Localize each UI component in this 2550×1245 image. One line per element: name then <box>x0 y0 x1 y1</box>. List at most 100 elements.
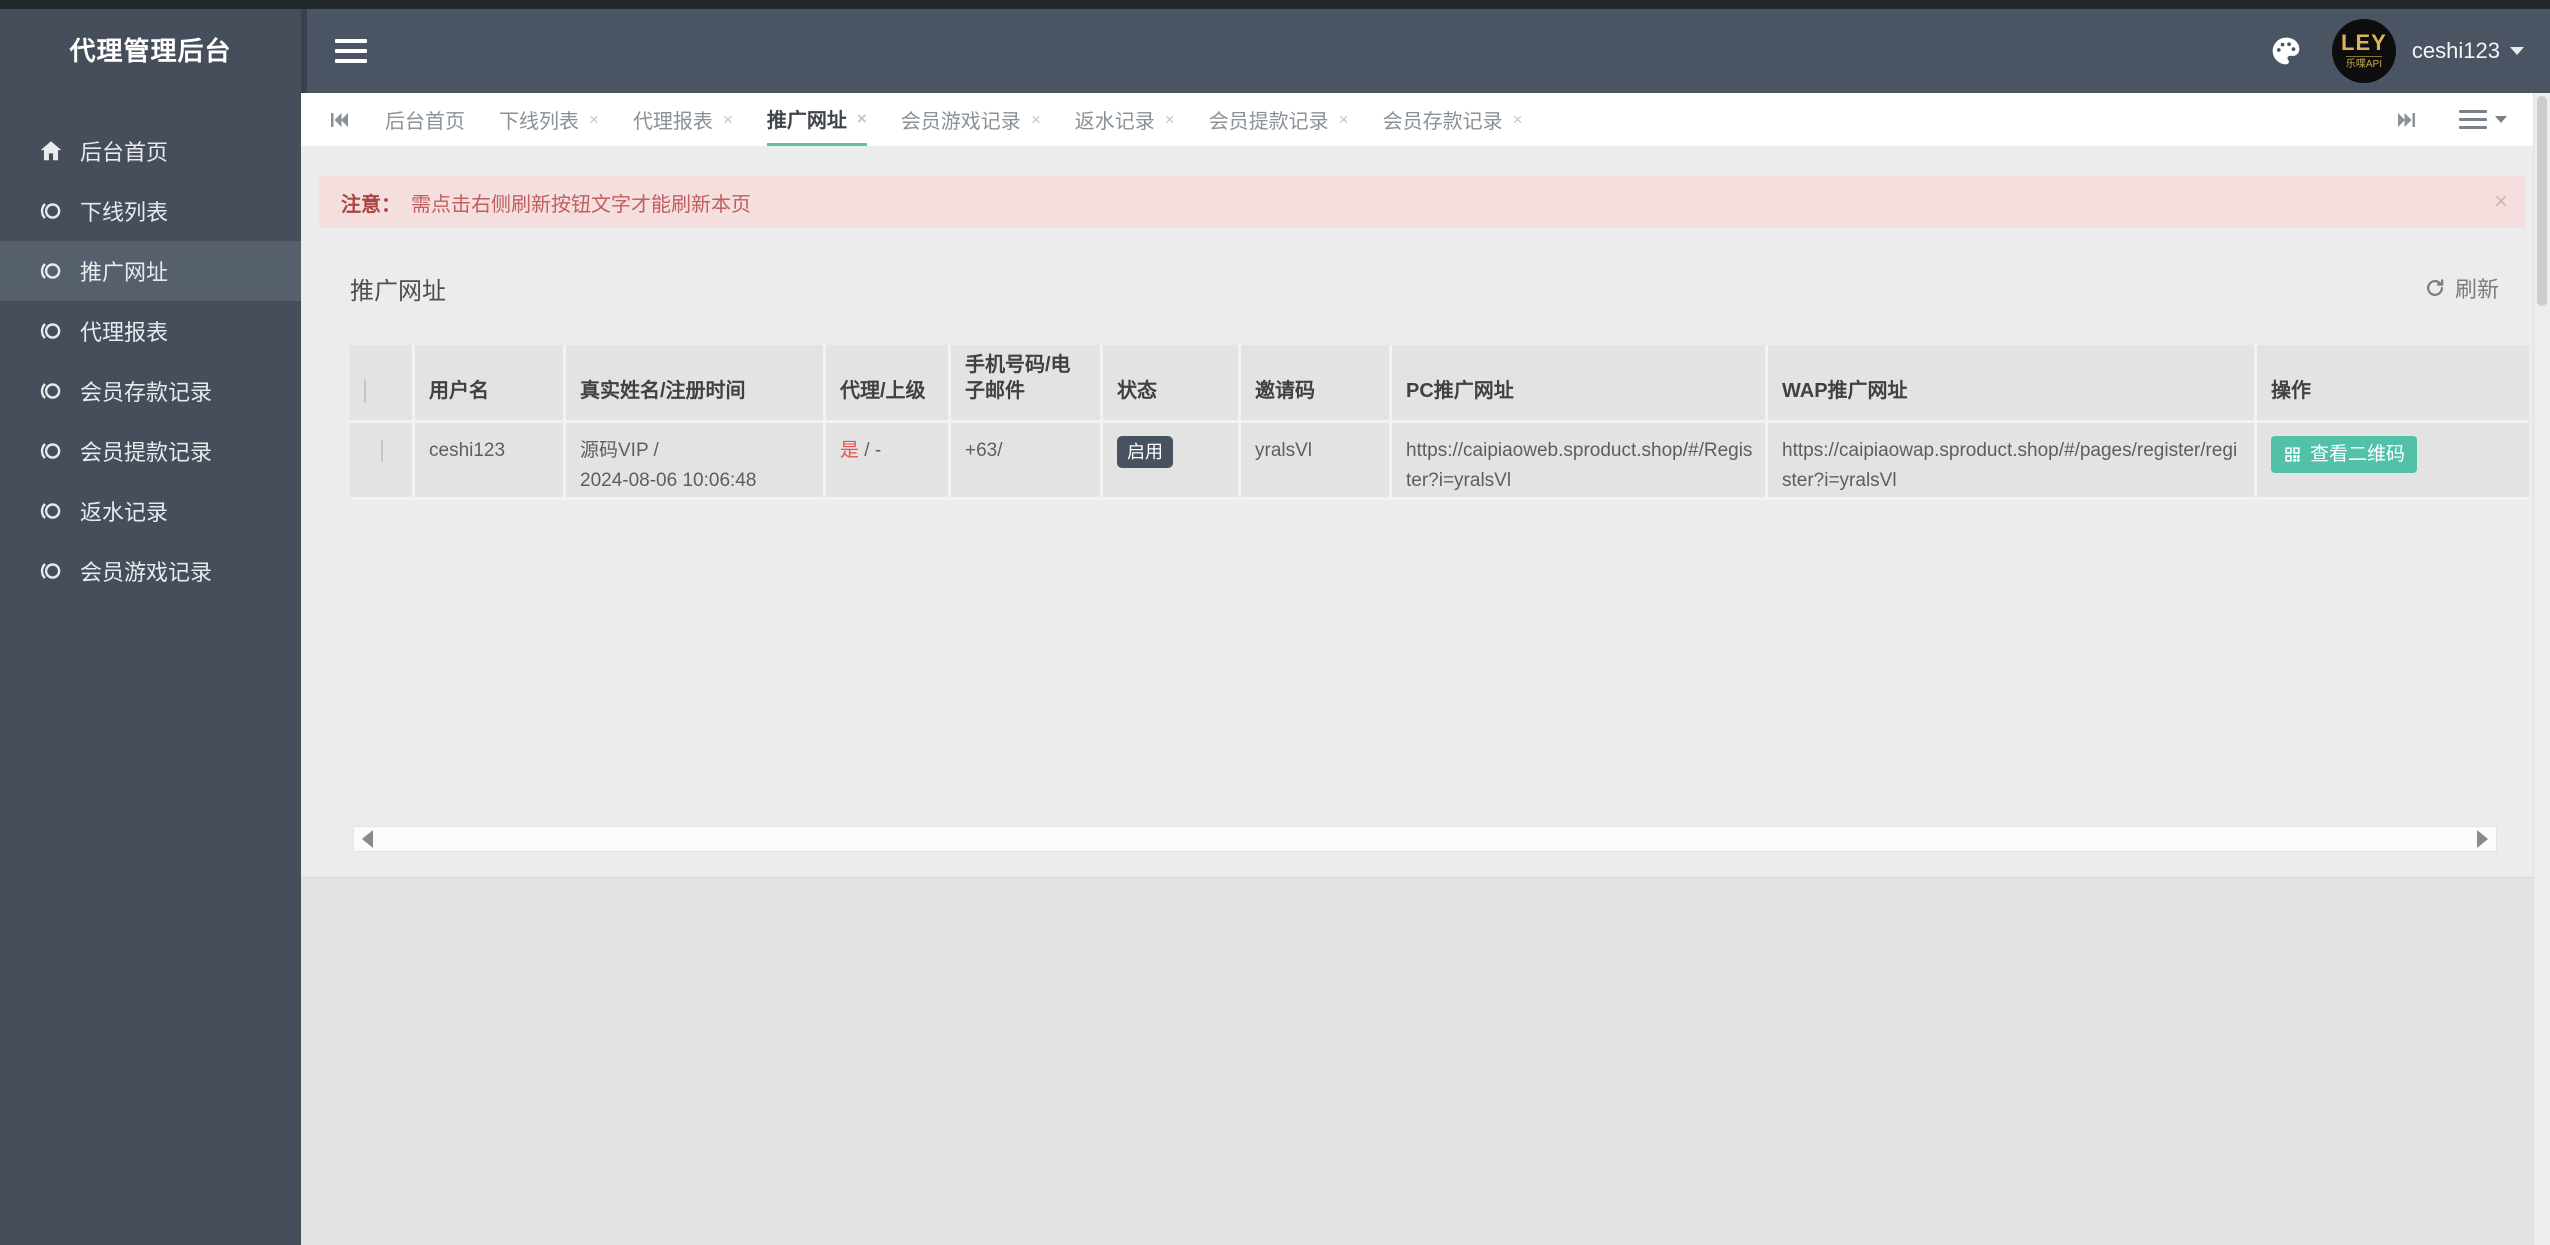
home-icon <box>38 138 64 164</box>
realname: 源码VIP / <box>580 440 659 461</box>
select-all-checkbox[interactable] <box>364 379 366 403</box>
sidebar-item-agent-report[interactable]: 代理报表 <box>0 301 301 361</box>
sidebar: 代理管理后台 后台首页 下线列表 推广网址 代理报表 会员存款记录 会员提款记录… <box>0 9 301 1245</box>
panel-header: 推广网址 刷新 <box>350 266 2499 310</box>
cell-realname-regtime: 源码VIP / 2024-08-06 10:06:48 <box>566 423 826 500</box>
col-status: 状态 <box>1103 345 1241 423</box>
sidebar-item-downline-list[interactable]: 下线列表 <box>0 181 301 241</box>
tabs-scroll-first-icon[interactable] <box>327 93 351 146</box>
main-content: 注意： 需点击右侧刷新按钮文字才能刷新本页 × 推广网址 刷新 用户名 真实姓名… <box>301 146 2533 878</box>
sidebar-item-label: 会员游戏记录 <box>80 560 213 585</box>
agent-upline: / - <box>859 440 882 461</box>
table-header-row: 用户名 真实姓名/注册时间 代理/上级 手机号码/电子邮件 状态 邀请码 PC推… <box>350 345 2529 423</box>
notice-banner: 注意： 需点击右侧刷新按钮文字才能刷新本页 × <box>319 176 2526 228</box>
cell-actions: 查看二维码 <box>2257 423 2529 500</box>
sidebar-item-home[interactable]: 后台首页 <box>0 121 301 181</box>
avatar[interactable]: LEY 乐喋API <box>2331 19 2396 83</box>
sidebar-item-rebate-records[interactable]: 返水记录 <box>0 481 301 541</box>
tab-close-icon[interactable]: × <box>723 111 733 128</box>
cell-username: ceshi123 <box>415 423 566 500</box>
table-row: ceshi123 源码VIP / 2024-08-06 10:06:48 是 /… <box>350 423 2529 500</box>
tab-downline-list[interactable]: 下线列表 × <box>499 93 599 146</box>
sidebar-item-member-withdraw[interactable]: 会员提款记录 <box>0 421 301 481</box>
tabs-scroll-last-icon[interactable] <box>2395 93 2419 146</box>
vertical-scrollbar[interactable] <box>2533 93 2550 1245</box>
view-qrcode-button[interactable]: 查看二维码 <box>2271 436 2418 473</box>
circle-target-icon <box>38 378 64 404</box>
cell-agent-upline: 是 / - <box>826 423 951 500</box>
tab-member-deposit-records[interactable]: 会员存款记录 × <box>1383 93 1523 146</box>
username-label[interactable]: ceshi123 <box>2412 38 2500 64</box>
tabs-options-menu-icon[interactable] <box>2459 93 2507 146</box>
refresh-label: 刷新 <box>2454 277 2499 302</box>
qrcode-icon <box>2285 447 2300 462</box>
vertical-scrollbar-thumb[interactable] <box>2537 96 2547 306</box>
notice-text: 需点击右侧刷新按钮文字才能刷新本页 <box>411 193 751 216</box>
cell-wap-url: https://caipiaowap.sproduct.shop/#/pages… <box>1768 423 2257 500</box>
sidebar-item-label: 返水记录 <box>80 500 169 525</box>
sidebar-item-label: 代理报表 <box>80 320 169 345</box>
sidebar-toggle-icon[interactable] <box>335 39 367 63</box>
horizontal-scrollbar[interactable] <box>353 826 2497 852</box>
col-agent-upline: 代理/上级 <box>826 345 951 423</box>
tab-close-icon[interactable]: × <box>857 110 867 127</box>
tab-close-icon[interactable]: × <box>1165 111 1175 128</box>
col-pc-url: PC推广网址 <box>1392 345 1768 423</box>
scroll-left-arrow-icon[interactable] <box>362 830 373 848</box>
tab-label: 下线列表 <box>499 111 579 133</box>
user-menu-caret-icon[interactable] <box>2510 47 2524 55</box>
tab-member-withdraw-records[interactable]: 会员提款记录 × <box>1209 93 1349 146</box>
agent-flag: 是 <box>840 440 860 461</box>
avatar-logo-text: LEY <box>2341 29 2387 55</box>
tab-close-icon[interactable]: × <box>1339 111 1349 128</box>
tab-label: 代理报表 <box>632 111 713 133</box>
notice-prefix: 注意： <box>341 193 401 216</box>
tab-label: 会员提款记录 <box>1208 111 1329 133</box>
tab-close-icon[interactable]: × <box>1031 111 1041 128</box>
tab-close-icon[interactable]: × <box>1513 111 1523 128</box>
sidebar-item-label: 后台首页 <box>80 140 169 165</box>
tab-label: 会员存款记录 <box>1382 111 1503 133</box>
sidebar-item-promo-url[interactable]: 推广网址 <box>0 241 301 301</box>
sidebar-item-label: 会员存款记录 <box>80 380 213 405</box>
circle-target-icon <box>38 438 64 464</box>
status-badge: 启用 <box>1117 436 1173 468</box>
sidebar-item-label: 推广网址 <box>80 260 169 285</box>
circle-target-icon <box>38 498 64 524</box>
sidebar-item-label: 会员提款记录 <box>80 440 213 465</box>
view-qrcode-label: 查看二维码 <box>2310 444 2406 465</box>
row-checkbox[interactable] <box>381 439 383 462</box>
tab-home[interactable]: 后台首页 <box>385 93 465 146</box>
theme-palette-icon[interactable] <box>2270 35 2302 67</box>
cell-status: 启用 <box>1103 423 1241 500</box>
app-title: 代理管理后台 <box>69 36 232 66</box>
topbar: LEY 乐喋API ceshi123 <box>301 9 2550 93</box>
refresh-icon <box>2427 279 2444 296</box>
scroll-right-arrow-icon[interactable] <box>2477 830 2488 848</box>
panel-title: 推广网址 <box>350 277 446 305</box>
promo-table: 用户名 真实姓名/注册时间 代理/上级 手机号码/电子邮件 状态 邀请码 PC推… <box>350 345 2529 500</box>
tab-label: 会员游戏记录 <box>900 111 1021 133</box>
sidebar-item-member-game-records[interactable]: 会员游戏记录 <box>0 541 301 601</box>
col-username: 用户名 <box>415 345 566 423</box>
top-dark-strip <box>0 0 2550 9</box>
col-actions: 操作 <box>2257 345 2529 423</box>
sidebar-nav: 后台首页 下线列表 推广网址 代理报表 会员存款记录 会员提款记录 返水记录 会… <box>0 121 301 601</box>
tab-member-game-records[interactable]: 会员游戏记录 × <box>901 93 1041 146</box>
tab-label: 返水记录 <box>1074 111 1155 133</box>
sidebar-item-label: 下线列表 <box>80 200 169 225</box>
cell-invite-code: yralsVl <box>1241 423 1392 500</box>
refresh-button[interactable]: 刷新 <box>2424 272 2499 304</box>
tab-rebate-records[interactable]: 返水记录 × <box>1075 93 1175 146</box>
topbar-right: LEY 乐喋API ceshi123 <box>2270 19 2550 83</box>
tab-promo-url[interactable]: 推广网址 × <box>766 93 867 146</box>
cell-phone: +63/ <box>951 423 1103 500</box>
circle-target-icon <box>38 258 64 284</box>
col-wap-url: WAP推广网址 <box>1768 345 2257 423</box>
sidebar-item-member-deposit[interactable]: 会员存款记录 <box>0 361 301 421</box>
tab-agent-report[interactable]: 代理报表 × <box>633 93 733 146</box>
promo-table-wrap: 用户名 真实姓名/注册时间 代理/上级 手机号码/电子邮件 状态 邀请码 PC推… <box>350 345 2529 500</box>
tab-close-icon[interactable]: × <box>589 111 599 128</box>
agent-admin-page: 代理管理后台 后台首页 下线列表 推广网址 代理报表 会员存款记录 会员提款记录… <box>0 0 2550 1245</box>
notice-close-icon[interactable]: × <box>2494 176 2508 228</box>
